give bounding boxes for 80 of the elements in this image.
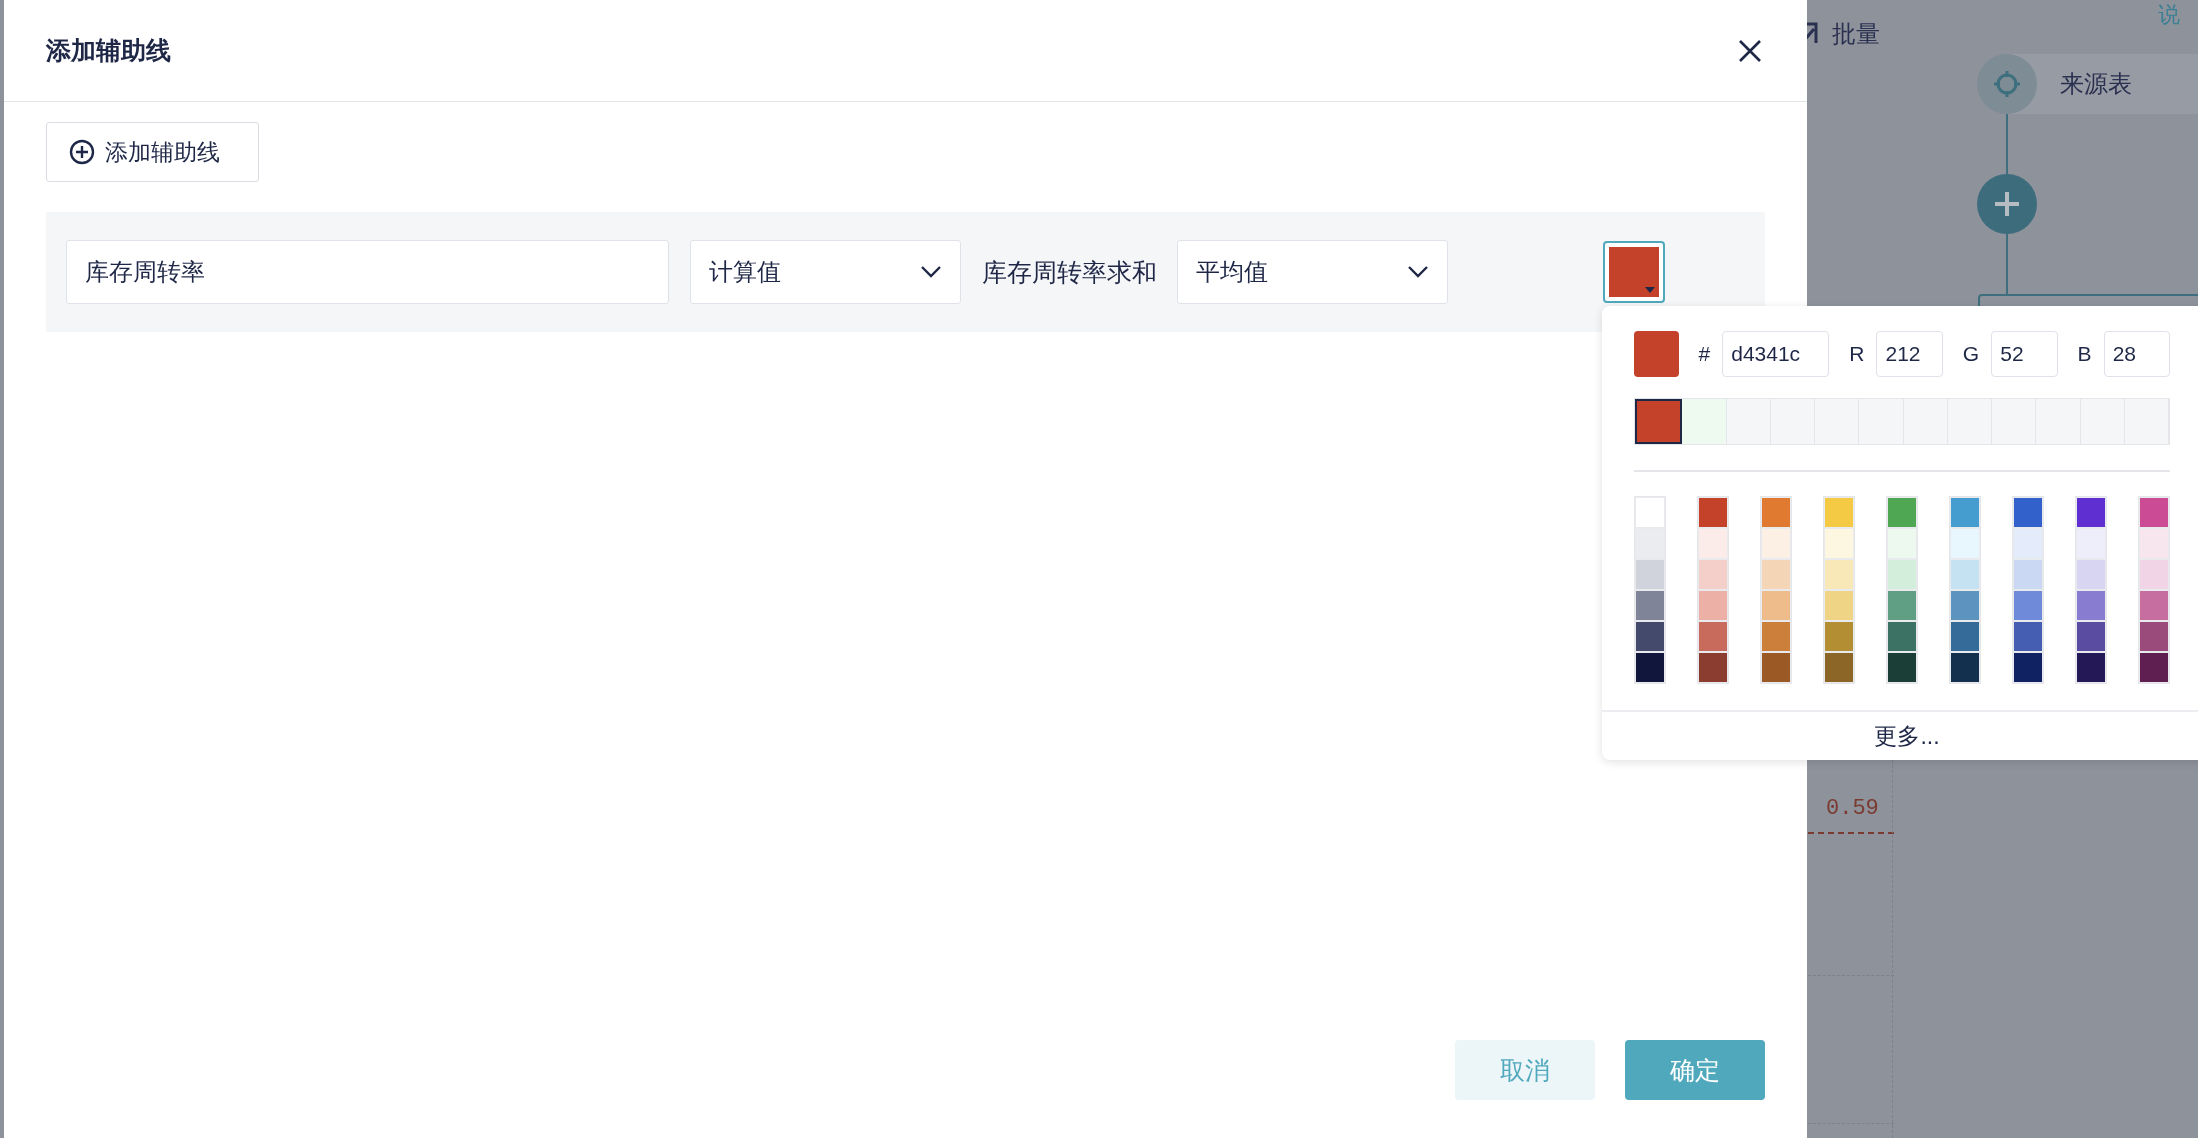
color-swatch[interactable] [1824,528,1854,559]
g-field[interactable]: 52 [1991,331,2058,377]
color-button[interactable] [1603,241,1665,303]
color-swatch[interactable] [2013,497,2043,528]
color-swatch[interactable] [2013,652,2043,683]
more-colors-button[interactable]: 更多... [1874,720,1940,752]
b-field[interactable]: 28 [2103,331,2171,377]
hex-field[interactable]: d4341c [1722,331,1830,377]
color-swatch[interactable] [1635,559,1665,590]
chevron-down-icon [920,265,942,279]
color-swatch[interactable] [1950,590,1980,621]
type-select[interactable]: 计算值 [690,240,961,304]
color-swatch[interactable] [1698,497,1728,528]
color-swatch[interactable] [2076,528,2106,559]
r-field[interactable]: 212 [1876,331,1943,377]
chevron-down-icon [1407,265,1429,279]
color-swatch[interactable] [1950,559,1980,590]
chart-value-label: 0.59 [1826,796,1879,821]
color-swatch[interactable] [1950,497,1980,528]
field-label: 库存周转率求和 [982,256,1157,288]
color-swatch[interactable] [1635,652,1665,683]
color-swatch[interactable] [2139,590,2169,621]
node-label: 来源表 [2060,69,2132,99]
color-swatch[interactable] [2076,621,2106,652]
color-swatch[interactable] [1824,621,1854,652]
color-swatch[interactable] [1635,528,1665,559]
color-swatch[interactable] [2076,497,2106,528]
color-swatch[interactable] [1824,497,1854,528]
b-label: B [2077,342,2092,366]
r-label: R [1849,342,1865,366]
plus-icon [1995,192,2019,216]
color-swatch[interactable] [2139,559,2169,590]
color-swatch[interactable] [1887,652,1917,683]
color-swatch[interactable] [1950,652,1980,683]
color-swatch[interactable] [2076,652,2106,683]
color-swatch[interactable] [2139,497,2169,528]
color-swatch[interactable] [2139,652,2169,683]
caret-icon [1645,287,1655,293]
color-swatch[interactable] [1824,559,1854,590]
color-swatch[interactable] [1635,590,1665,621]
color-swatch[interactable] [1887,590,1917,621]
color-swatch[interactable] [2076,590,2106,621]
name-field[interactable]: 库存周转率 [66,240,669,304]
color-swatch[interactable] [2139,528,2169,559]
color-swatch[interactable] [1887,559,1917,590]
color-swatch[interactable] [2013,590,2043,621]
color-swatch[interactable] [2139,621,2169,652]
color-swatch[interactable] [1761,652,1791,683]
color-swatch[interactable] [1698,590,1728,621]
color-swatch[interactable] [1761,590,1791,621]
color-swatch[interactable] [1761,528,1791,559]
color-swatch[interactable] [1635,621,1665,652]
plus-circle-icon [69,139,95,165]
color-swatch[interactable] [1698,559,1728,590]
crosshair-icon [1994,70,2020,98]
color-swatch[interactable] [2076,559,2106,590]
aggregation-select[interactable]: 平均值 [1177,240,1448,304]
color-swatch[interactable] [1950,528,1980,559]
color-swatch[interactable] [1950,621,1980,652]
color-swatch[interactable] [2013,621,2043,652]
color-swatch[interactable] [1761,559,1791,590]
color-swatch[interactable] [1761,621,1791,652]
color-swatch[interactable] [1887,621,1917,652]
color-swatch[interactable] [1698,528,1728,559]
color-swatch[interactable] [1824,652,1854,683]
hash-label: # [1698,342,1711,366]
color-swatch[interactable] [1887,497,1917,528]
g-label: G [1962,342,1980,366]
color-swatch[interactable] [1635,497,1665,528]
color-swatch[interactable] [1698,621,1728,652]
dialog-title: 添加辅助线 [46,35,171,66]
add-line-button[interactable]: 添加辅助线 [46,122,259,182]
batch-label: 批量 [1832,19,1880,49]
color-swatch[interactable] [2013,559,2043,590]
color-swatch[interactable] [1887,528,1917,559]
recent-color-swatch[interactable] [1635,399,1683,444]
color-swatch[interactable] [2013,528,2043,559]
color-swatch[interactable] [1824,590,1854,621]
color-swatch[interactable] [1698,652,1728,683]
color-swatch[interactable] [1761,497,1791,528]
